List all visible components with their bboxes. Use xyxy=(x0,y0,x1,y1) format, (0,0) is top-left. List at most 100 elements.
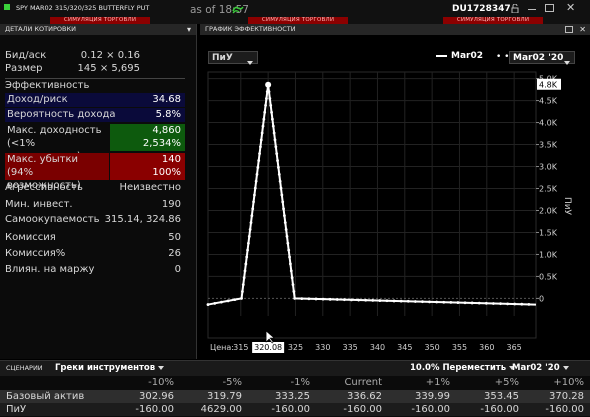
legend-dots-icon: • • xyxy=(496,52,510,62)
commission-label: Комиссия xyxy=(5,232,56,243)
table-row[interactable]: Базовый актив 302.96 319.79 333.25 336.6… xyxy=(0,390,590,403)
data-point xyxy=(283,221,287,224)
close-icon[interactable]: ✕ xyxy=(566,1,575,14)
data-point xyxy=(399,299,403,303)
performance-chart[interactable]: 00.5K1.0K1.5K2.0K2.5K3.0K3.5K4.0K4.5K5.0… xyxy=(200,64,590,354)
data-point xyxy=(278,179,282,183)
data-point xyxy=(300,297,304,300)
title-bar: SPY MAR02 315/320/325 BUTTERFLY PUT as o… xyxy=(0,0,590,24)
detach-icon[interactable] xyxy=(565,26,573,33)
data-point xyxy=(263,110,267,114)
move-select-value: 10.0% Переместить xyxy=(410,363,507,373)
data-point xyxy=(442,300,446,304)
y-axis-label: ПиУ xyxy=(562,197,572,216)
data-point xyxy=(261,124,265,128)
data-point xyxy=(276,159,279,162)
data-point xyxy=(385,299,389,303)
data-point xyxy=(256,166,260,169)
return-risk-label: Доход/риск xyxy=(7,94,68,105)
data-point xyxy=(392,299,396,303)
table-row[interactable]: ПиУ -160.00 4629.00 -160.00 -160.00 -160… xyxy=(0,403,590,416)
size-value: 145 × 5,695 xyxy=(77,63,140,74)
data-point xyxy=(378,299,382,302)
data-point xyxy=(244,262,248,266)
column-header: -10% xyxy=(148,377,174,388)
column-header: +1% xyxy=(425,377,450,388)
breakeven-value: 315.14, 324.86 xyxy=(104,214,181,225)
max-loss-pct: 100% xyxy=(152,167,181,178)
profit-prob-label: Вероятность дохода xyxy=(7,109,116,120)
data-point xyxy=(463,301,467,305)
data-point xyxy=(286,241,290,245)
data-point xyxy=(264,104,267,107)
data-point xyxy=(428,300,431,304)
return-risk-row: Доход/риск 34.68 xyxy=(5,93,185,107)
table-cell: 302.96 xyxy=(139,391,174,402)
data-point xyxy=(290,276,294,280)
profit-prob-value: 5.8% xyxy=(155,109,181,120)
data-point xyxy=(213,301,217,305)
metric-select[interactable]: ПиУ xyxy=(208,51,258,65)
data-point xyxy=(520,302,524,306)
commission-pct-row: Комиссия% 26 xyxy=(5,247,185,261)
max-profit-label-block: Макс. доходность (<1% возможность) xyxy=(5,124,109,162)
close-icon[interactable]: ✕ xyxy=(579,24,586,35)
data-point xyxy=(271,124,275,128)
data-point xyxy=(220,300,223,304)
sim-banner-2: СИМУЛЯЦИЯ ТОРГОВЛИ xyxy=(248,17,348,24)
data-point xyxy=(435,300,439,304)
x-tick-label: 325 xyxy=(288,343,303,352)
data-point xyxy=(492,302,495,305)
panel-menu-icon[interactable]: ▾ xyxy=(187,24,191,35)
data-point xyxy=(283,214,286,218)
max-loss-label-block: Макс. убытки (94% возможность) xyxy=(5,153,109,191)
data-point xyxy=(253,186,257,190)
minimize-icon[interactable] xyxy=(528,9,536,10)
data-point xyxy=(499,302,502,306)
lock-icon[interactable] xyxy=(511,3,519,16)
x-tick-label: 335 xyxy=(342,343,357,352)
data-point xyxy=(243,269,247,273)
x-tick-label: 345 xyxy=(397,343,412,352)
data-point xyxy=(251,207,255,211)
scenario-date-select[interactable]: Mar02 '20 xyxy=(512,363,569,373)
scenarios-panel: СЦЕНАРИИ Греки инструментов 10.0% Переме… xyxy=(0,360,590,417)
data-point xyxy=(250,214,254,218)
max-profit-value: 4,860 xyxy=(152,125,181,136)
row-label: ПиУ xyxy=(6,404,27,415)
column-header: +5% xyxy=(494,377,519,388)
chevron-down-icon xyxy=(562,365,569,370)
data-point xyxy=(513,302,517,306)
max-loss-value: 140 xyxy=(161,154,181,165)
data-point xyxy=(255,172,259,176)
y-tick-label: 4.0K xyxy=(539,119,558,128)
move-select[interactable]: 10.0% Переместить xyxy=(410,363,516,373)
maximize-icon[interactable] xyxy=(545,4,554,12)
data-point xyxy=(245,255,249,259)
y-tick-label: 0.5K xyxy=(539,272,558,281)
data-point xyxy=(258,152,261,156)
panel-header: ДЕТАЛИ КОТИРОВКИ ▾ xyxy=(0,24,196,35)
data-point xyxy=(257,159,261,162)
margin-row: Влиян. на маржу 0 xyxy=(5,263,185,277)
data-point xyxy=(241,290,244,293)
data-point xyxy=(272,131,276,135)
data-point xyxy=(246,248,249,252)
data-point xyxy=(240,297,243,300)
greeks-select[interactable]: Греки инструментов xyxy=(55,363,165,373)
table-cell: 353.45 xyxy=(484,391,519,402)
date-select[interactable]: Mar02 '20 xyxy=(509,51,575,65)
x-tick-label: 340 xyxy=(370,343,385,352)
data-point xyxy=(364,298,368,302)
size-label: Размер xyxy=(5,63,43,74)
table-cell: 4629.00 xyxy=(200,404,242,415)
column-header: +10% xyxy=(553,377,584,388)
data-point xyxy=(314,297,318,301)
scenarios-tab[interactable]: СЦЕНАРИИ xyxy=(6,364,43,372)
data-point xyxy=(289,269,293,273)
y-axis-ticks: 00.5K1.0K1.5K2.0K2.5K3.0K3.5K4.0K4.5K5.0… xyxy=(536,75,558,303)
data-point xyxy=(456,301,460,304)
panel-title: ДЕТАЛИ КОТИРОВКИ xyxy=(5,25,76,33)
refresh-icon[interactable] xyxy=(232,5,244,18)
data-point xyxy=(242,276,246,280)
